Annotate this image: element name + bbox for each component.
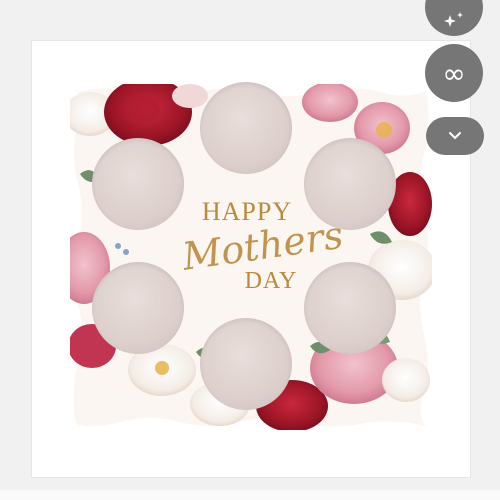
expand-button[interactable] <box>426 117 484 155</box>
day-text: DAY <box>244 268 298 294</box>
cupcake-hole-lower-left <box>92 262 184 354</box>
infinity-icon: ∞ <box>442 56 466 90</box>
cupcake-hole-lower-right <box>304 262 396 354</box>
cupcake-hole-upper-left <box>92 138 184 230</box>
shelf-edge <box>0 490 500 500</box>
chevron-down-icon <box>449 132 461 140</box>
loop-button[interactable]: ∞ <box>425 44 483 102</box>
cupcake-hole-top <box>200 82 292 174</box>
cupcake-hole-bottom <box>200 318 292 410</box>
sparkle-button[interactable] <box>425 0 483 36</box>
sparkle-icon <box>444 12 463 27</box>
